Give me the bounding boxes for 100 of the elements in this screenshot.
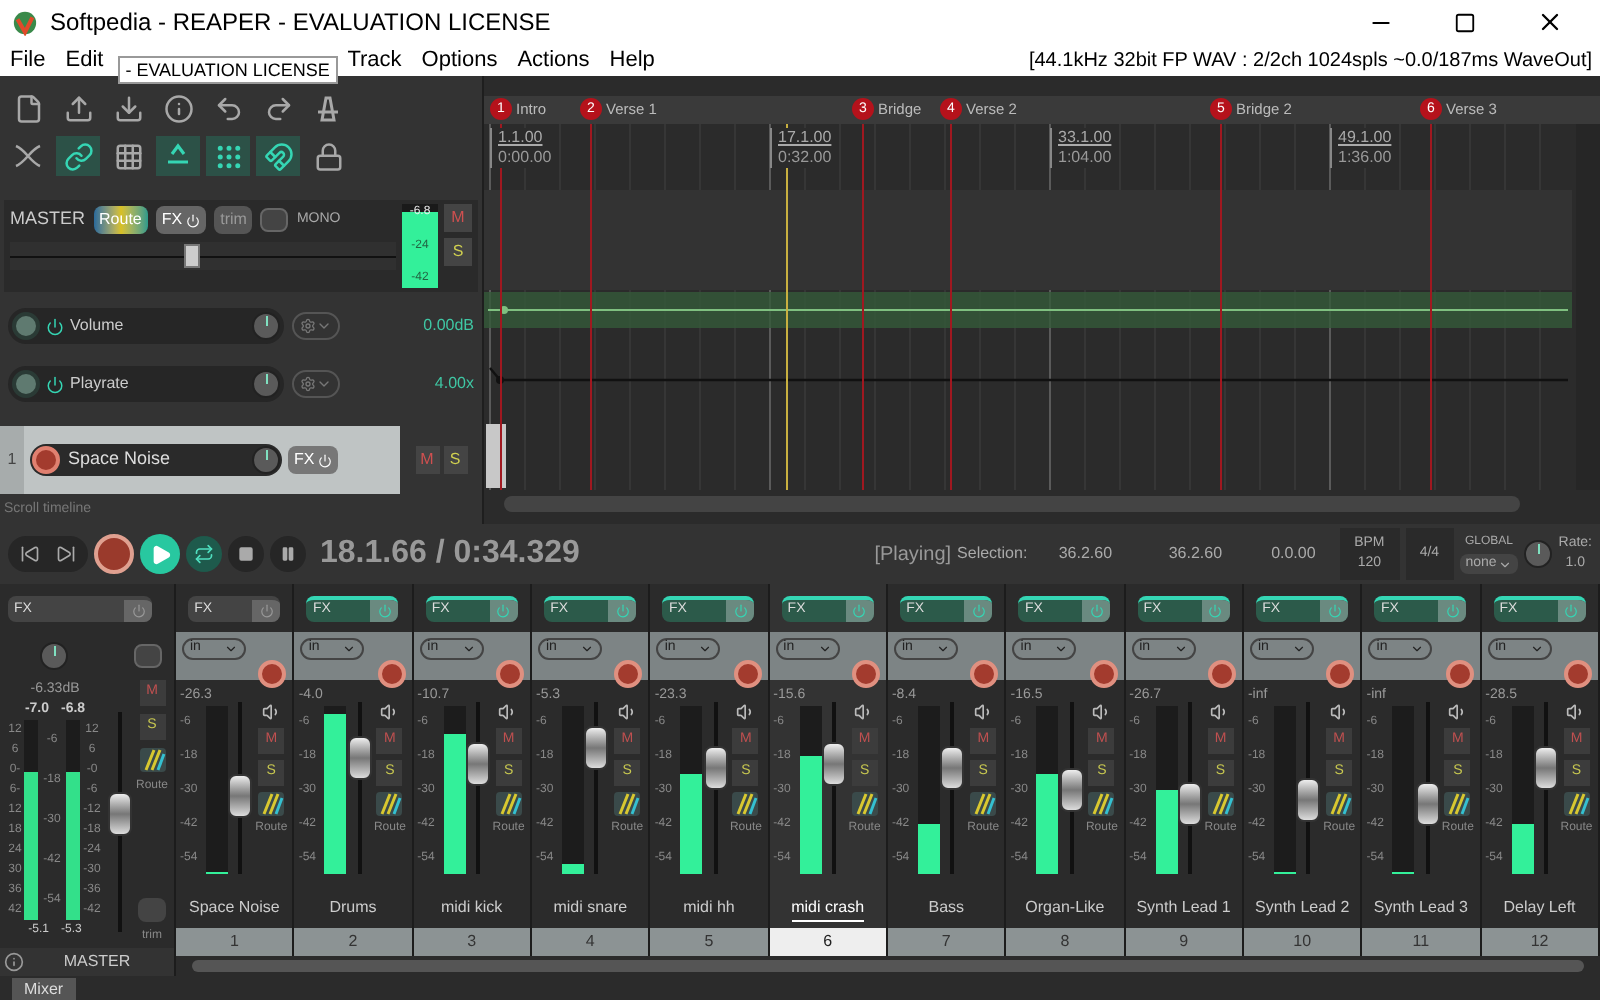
solo-button[interactable]: S xyxy=(443,446,467,474)
gear-icon[interactable] xyxy=(300,376,316,392)
volume-fader[interactable] xyxy=(348,702,371,874)
route-icon[interactable] xyxy=(970,792,997,816)
record-arm-button[interactable] xyxy=(733,660,762,688)
record-arm-button[interactable] xyxy=(1563,660,1592,688)
route-icon[interactable] xyxy=(851,792,878,816)
route-icon[interactable] xyxy=(495,792,522,816)
solo-button[interactable]: S xyxy=(444,238,472,266)
envelope-settings-button[interactable] xyxy=(292,312,340,340)
record-arm-button[interactable] xyxy=(1207,660,1236,688)
dots-grid-icon[interactable] xyxy=(213,141,243,171)
track-number[interactable]: 3 xyxy=(413,928,530,956)
volume-fader[interactable] xyxy=(467,702,490,874)
speaker-icon[interactable] xyxy=(1091,702,1112,722)
volume-fader[interactable] xyxy=(1297,702,1320,874)
pan-knob[interactable] xyxy=(40,642,68,670)
toggle-button[interactable] xyxy=(206,136,250,176)
track-number[interactable]: 10 xyxy=(1243,928,1361,956)
speaker-icon[interactable] xyxy=(854,702,875,722)
track-number[interactable]: 7 xyxy=(887,928,1005,956)
fader-thumb[interactable] xyxy=(1178,782,1203,827)
speaker-icon[interactable] xyxy=(617,702,638,722)
toggle-button[interactable] xyxy=(256,136,300,176)
stop-button[interactable] xyxy=(228,536,264,572)
route-icon[interactable] xyxy=(258,792,285,816)
track-number[interactable]: 2 xyxy=(294,928,412,956)
volume-fader[interactable] xyxy=(1535,702,1558,874)
volume-fader[interactable] xyxy=(823,702,846,874)
route-icon[interactable] xyxy=(614,792,641,816)
gear-icon[interactable] xyxy=(300,318,316,334)
fx-button[interactable]: FX xyxy=(155,206,207,234)
track-number[interactable]: 11 xyxy=(1362,928,1480,956)
repeat-button[interactable] xyxy=(186,536,222,572)
route-icon[interactable] xyxy=(1088,792,1115,816)
fader-thumb[interactable] xyxy=(108,791,132,836)
record-arm-button[interactable] xyxy=(851,660,880,688)
envelope-knob[interactable] xyxy=(252,370,280,398)
speaker-icon[interactable] xyxy=(379,702,400,722)
fader-thumb[interactable] xyxy=(1415,782,1440,827)
info-icon[interactable] xyxy=(4,952,24,972)
pause-button[interactable] xyxy=(270,536,306,572)
speaker-icon[interactable] xyxy=(1566,702,1587,722)
record-arm-button[interactable] xyxy=(970,660,999,688)
skip-back-icon[interactable] xyxy=(20,544,40,564)
horizontal-scrollbar[interactable] xyxy=(192,960,1584,972)
track-number[interactable]: 12 xyxy=(1481,928,1598,956)
rate-knob[interactable] xyxy=(1524,540,1553,568)
record-arm-button[interactable] xyxy=(1326,660,1355,688)
record-arm-button[interactable] xyxy=(32,446,60,474)
power-icon[interactable] xyxy=(46,317,64,335)
route-icon[interactable] xyxy=(139,748,165,772)
mixer-tab[interactable]: Mixer xyxy=(12,978,76,1000)
menu-item[interactable]: Options xyxy=(411,44,508,76)
record-arm-button[interactable] xyxy=(1089,660,1118,688)
track-number[interactable]: 8 xyxy=(1006,928,1124,956)
menu-item[interactable]: Actions xyxy=(507,44,600,76)
route-icon[interactable] xyxy=(376,792,403,816)
menu-item[interactable]: Edit xyxy=(55,44,114,76)
menu-item[interactable]: Track xyxy=(337,44,412,76)
speaker-icon[interactable] xyxy=(1329,702,1350,722)
fader-thumb[interactable] xyxy=(347,735,372,780)
route-icon[interactable] xyxy=(1563,792,1590,816)
close-icon[interactable] xyxy=(1536,8,1564,36)
volume-fader[interactable] xyxy=(941,702,964,874)
fader-thumb[interactable] xyxy=(1059,767,1084,812)
route-icon[interactable] xyxy=(732,792,759,816)
route-icon[interactable] xyxy=(1207,792,1234,816)
fx-button[interactable]: FX xyxy=(288,446,339,474)
pan-thumb[interactable] xyxy=(183,244,200,268)
record-arm-button[interactable] xyxy=(258,660,287,688)
menu-item[interactable]: File xyxy=(0,44,56,76)
maximize-icon[interactable] xyxy=(1454,11,1476,33)
volume-fader[interactable] xyxy=(1060,702,1083,874)
speaker-icon[interactable] xyxy=(261,702,282,722)
volume-fader[interactable] xyxy=(585,702,608,874)
record-arm-button[interactable] xyxy=(1445,660,1474,688)
pause-icon[interactable] xyxy=(280,546,296,562)
record-arm-button[interactable] xyxy=(495,660,524,688)
redo-icon[interactable] xyxy=(263,93,293,123)
link-icon[interactable] xyxy=(63,141,93,171)
upload-icon[interactable] xyxy=(63,93,93,123)
track-number[interactable]: 5 xyxy=(650,928,768,956)
speaker-icon[interactable] xyxy=(498,702,519,722)
volume-fader[interactable] xyxy=(1179,702,1202,874)
lock-icon[interactable] xyxy=(313,141,343,171)
volume-fader[interactable] xyxy=(108,712,132,932)
fader-thumb[interactable] xyxy=(466,741,491,786)
track-number[interactable]: 1 xyxy=(176,928,293,956)
route-icon[interactable] xyxy=(1326,792,1353,816)
horizontal-scrollbar[interactable] xyxy=(504,496,1520,512)
envelope-settings-button[interactable] xyxy=(292,370,340,398)
speaker-icon[interactable] xyxy=(1447,702,1468,722)
record-button[interactable] xyxy=(94,534,134,574)
speaker-icon[interactable] xyxy=(1210,702,1231,722)
fader-thumb[interactable] xyxy=(228,774,253,819)
route-icon[interactable] xyxy=(1444,792,1471,816)
fader-thumb[interactable] xyxy=(1534,745,1559,790)
download-icon[interactable] xyxy=(113,93,143,123)
volume-knob[interactable] xyxy=(252,446,280,474)
